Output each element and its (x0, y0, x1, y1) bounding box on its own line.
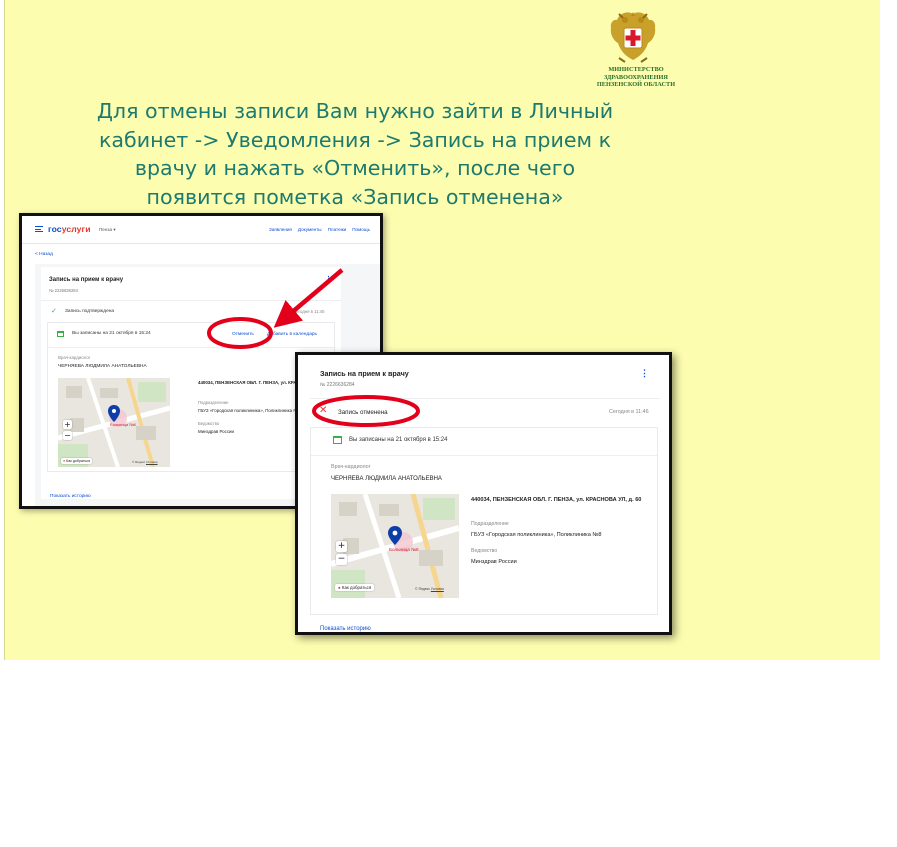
zoom-in-icon[interactable]: + (336, 541, 347, 552)
top-nav: Заявления Документы Платежи Помощь (269, 227, 370, 232)
copyright-text: © Яндекс (132, 460, 146, 464)
city-selector[interactable]: Пенза ▾ (99, 227, 116, 233)
department-label: Подразделение (471, 521, 509, 527)
card-title: Запись на прием к врачу (320, 369, 409, 378)
calendar-icon (333, 436, 342, 444)
gosuslugi-header: госуслуги Пенза ▾ Заявления Документы Пл… (22, 216, 380, 244)
appointment-date: Вы записаны на 21 октября в 15:24 (72, 331, 151, 336)
appointment-date: Вы записаны на 21 октября в 15:24 (349, 437, 448, 443)
instruction-line: врачу и нажать «Отменить», после чего (134, 156, 576, 180)
zoom-out-icon[interactable]: − (336, 554, 347, 565)
department-label: Подразделение (198, 400, 229, 405)
nav-link-payments[interactable]: Платежи (328, 227, 347, 232)
more-menu-icon[interactable]: ⋮ (325, 275, 332, 283)
map-place-label: Больница №8 (110, 422, 137, 427)
slide-divider (4, 0, 5, 660)
zoom-out-icon[interactable]: − (63, 431, 72, 440)
map-pin-icon: ● (63, 459, 66, 463)
card-title: Запись на прием к врачу (49, 277, 124, 283)
menu-icon[interactable] (35, 226, 43, 232)
instruction-line: появится пометка «Запись отменена» (146, 184, 564, 209)
ministry-line: ПЕНЗЕНСКОЙ ОБЛАСТИ (596, 81, 676, 89)
status-text: Запись отменена (338, 409, 388, 416)
appointment-details: Вы записаны на 21 октября в 15:24 Отмени… (47, 322, 335, 472)
cross-icon: ✕ (319, 405, 328, 416)
map-terms-link[interactable]: Условия (146, 460, 158, 464)
map-terms-link[interactable]: Условия (431, 587, 444, 591)
route-button[interactable]: ● Как добраться (61, 458, 93, 464)
status-text: Запись подтверждена (65, 309, 115, 314)
add-to-calendar-button[interactable]: Добавить в календарь (267, 332, 317, 337)
logo-text-uslugi: услуги (61, 224, 91, 234)
instruction-heading: Для отмены записи Вам нужно зайти в Личн… (40, 97, 670, 211)
map-pin-icon: ● (338, 585, 341, 590)
route-button[interactable]: ● Как добраться (335, 584, 375, 591)
more-menu-icon[interactable]: ⋮ (640, 368, 649, 379)
card-number: № 2226636284 (49, 288, 78, 293)
map-copyright: © Яндекс Условия (132, 460, 158, 464)
screenshot-after-cancel: Запись на прием к врачу № 2226636284 ⋮ ✕… (295, 352, 672, 635)
zoom-in-icon[interactable]: + (63, 420, 72, 429)
nav-link-applications[interactable]: Заявления (269, 227, 292, 232)
department-value: ГБУЗ «Городская поликлиника», Поликлиник… (198, 408, 301, 413)
route-label: Как добраться (66, 459, 91, 463)
divider (310, 398, 660, 399)
coat-of-arms-icon (610, 12, 656, 63)
map-place-label: Больница №8 (389, 547, 419, 552)
divider (311, 455, 657, 456)
back-link[interactable]: < Назад (35, 252, 53, 257)
department-value: ГБУЗ «Городская поликлиника», Поликлиник… (471, 532, 602, 538)
agency-value: Минздрав России (198, 429, 234, 434)
calendar-icon (57, 331, 64, 337)
agency-value: Минздрав России (471, 559, 517, 565)
nav-link-help[interactable]: Помощь (352, 227, 370, 232)
show-history-link[interactable]: Показать историю (50, 494, 91, 499)
clinic-address: 440034, ПЕНЗЕНСКАЯ ОБЛ. Г. ПЕНЗА, ул. КР… (471, 497, 642, 503)
divider (48, 347, 334, 348)
map-copyright: © Яндекс Условия (415, 587, 444, 591)
map-widget[interactable]: Больница №8 (331, 494, 459, 598)
copyright-text: © Яндекс (415, 587, 430, 591)
agency-label: Ведомство (471, 548, 498, 554)
gosuslugi-logo[interactable]: госуслуги (48, 224, 91, 234)
doctor-label: Врач-кардиолог (331, 464, 371, 470)
chevron-down-icon: ▾ (113, 227, 116, 232)
instruction-line: кабинет -> Уведомления -> Запись на прие… (98, 127, 612, 152)
city-label: Пенза (99, 227, 113, 232)
agency-label: Ведомство (198, 421, 220, 426)
ministry-line: МИНИСТЕРСТВО (608, 66, 664, 73)
doctor-name: ЧЕРНЯЕВА ЛЮДМИЛА АНАТОЛЬЕВНА (58, 364, 147, 369)
status-time: Сегодня в 11:46 (609, 409, 649, 415)
nav-link-documents[interactable]: Документы (298, 227, 322, 232)
cancel-button[interactable]: Отменить (232, 332, 254, 337)
logo-text-gos: гос (48, 224, 62, 234)
doctor-label: Врач-кардиолог (58, 355, 91, 360)
divider (41, 300, 341, 301)
show-history-link[interactable]: Показать историю (320, 626, 371, 632)
appointment-details: Вы записаны на 21 октября в 15:24 Врач-к… (310, 427, 658, 615)
instruction-line: Для отмены записи Вам нужно зайти в Личн… (96, 99, 614, 123)
card-number: № 2226636284 (320, 382, 355, 388)
ministry-caption: МИНИСТЕРСТВО ЗДРАВООХРАНЕНИЯ ПЕНЗЕНСКОЙ … (590, 66, 682, 89)
status-time: Сегодня в 11:45 (293, 309, 325, 314)
route-label: Как добраться (341, 585, 372, 590)
map-widget[interactable]: Больница №8 (58, 378, 170, 467)
checkmark-icon: ✓ (51, 308, 57, 315)
doctor-name: ЧЕРНЯЕВА ЛЮДМИЛА АНАТОЛЬЕВНА (331, 476, 442, 482)
